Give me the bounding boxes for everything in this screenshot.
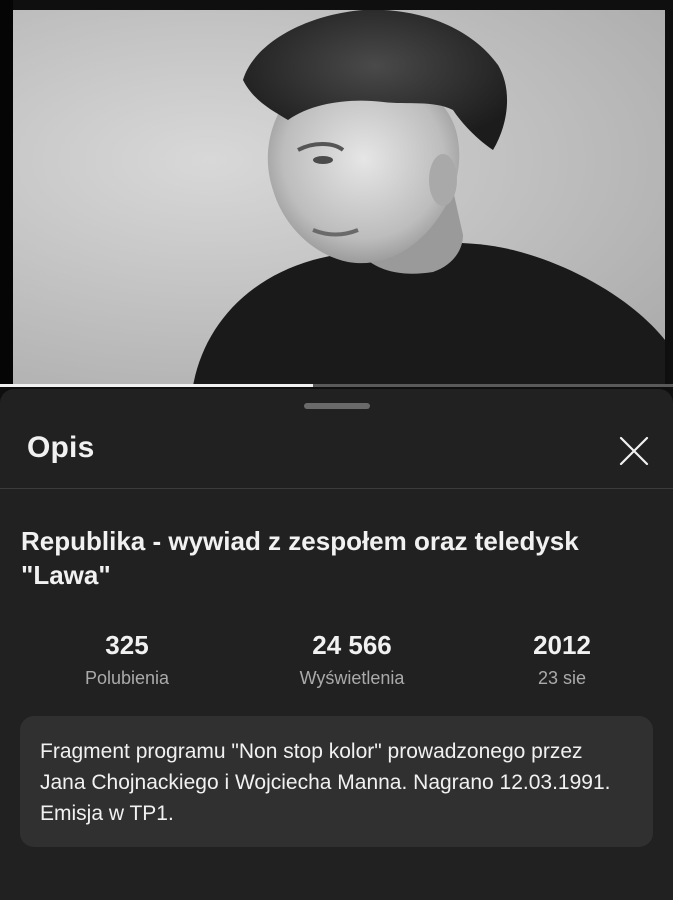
description-box[interactable]: Fragment programu "Non stop kolor" prowa… bbox=[20, 716, 653, 847]
description-text: Fragment programu "Non stop kolor" prowa… bbox=[40, 740, 611, 825]
views-stat: 24 566 Wyświetlenia bbox=[252, 629, 452, 691]
views-count: 24 566 bbox=[312, 630, 392, 660]
video-stats: 325 Polubienia 24 566 Wyświetlenia 2012 … bbox=[0, 629, 673, 699]
video-progress-fill bbox=[0, 384, 313, 387]
views-label: Wyświetlenia bbox=[299, 668, 405, 688]
likes-label: Polubienia bbox=[84, 668, 170, 688]
sheet-drag-handle[interactable] bbox=[304, 403, 370, 409]
close-button[interactable] bbox=[612, 429, 656, 473]
upload-year: 2012 bbox=[533, 630, 591, 660]
video-frame[interactable] bbox=[13, 10, 665, 386]
video-title: Republika - wywiad z zespołem oraz teled… bbox=[21, 526, 579, 590]
video-thumbnail-image bbox=[193, 10, 665, 386]
close-icon bbox=[619, 436, 649, 466]
sheet-header: Opis bbox=[0, 419, 673, 489]
likes-count: 325 bbox=[105, 630, 149, 660]
video-progress-bar[interactable] bbox=[0, 384, 673, 387]
video-player[interactable] bbox=[0, 0, 673, 386]
likes-stat: 325 Polubienia bbox=[27, 629, 227, 691]
description-sheet: Opis Republika - wywiad z zespołem oraz … bbox=[0, 389, 673, 900]
header-divider bbox=[0, 488, 673, 489]
date-stat: 2012 23 sie bbox=[462, 629, 662, 691]
video-letterbox bbox=[0, 0, 13, 386]
sheet-title: Opis bbox=[27, 431, 95, 464]
upload-date: 23 sie bbox=[537, 668, 587, 688]
